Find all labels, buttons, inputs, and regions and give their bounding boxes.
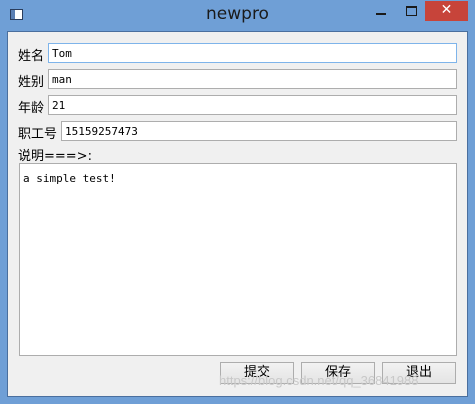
minimize-button[interactable] <box>367 1 395 21</box>
name-label: 姓名 <box>18 49 45 64</box>
description-textarea[interactable]: a simple test! <box>19 163 457 356</box>
gender-label: 姓别 <box>18 75 45 90</box>
description-label: 说明===>: <box>18 149 92 164</box>
name-field[interactable] <box>48 43 457 63</box>
gender-field[interactable] <box>48 69 457 89</box>
form-panel: 姓名 姓别 年龄 职工号 说明===>: a simple test! 提交 保… <box>7 31 468 397</box>
age-field[interactable] <box>48 95 457 115</box>
app-window: newpro ✕ 姓名 姓别 年龄 职工号 说明===>: a simple t… <box>0 0 475 404</box>
maximize-button[interactable] <box>398 1 424 21</box>
title-bar[interactable]: newpro ✕ <box>0 0 475 30</box>
close-button[interactable]: ✕ <box>425 1 468 21</box>
age-label: 年龄 <box>18 101 45 116</box>
watermark: https://blog.csdn.net/qq_36841988 <box>219 373 419 388</box>
employee-id-label: 职工号 <box>18 127 58 142</box>
employee-id-field[interactable] <box>61 121 457 141</box>
